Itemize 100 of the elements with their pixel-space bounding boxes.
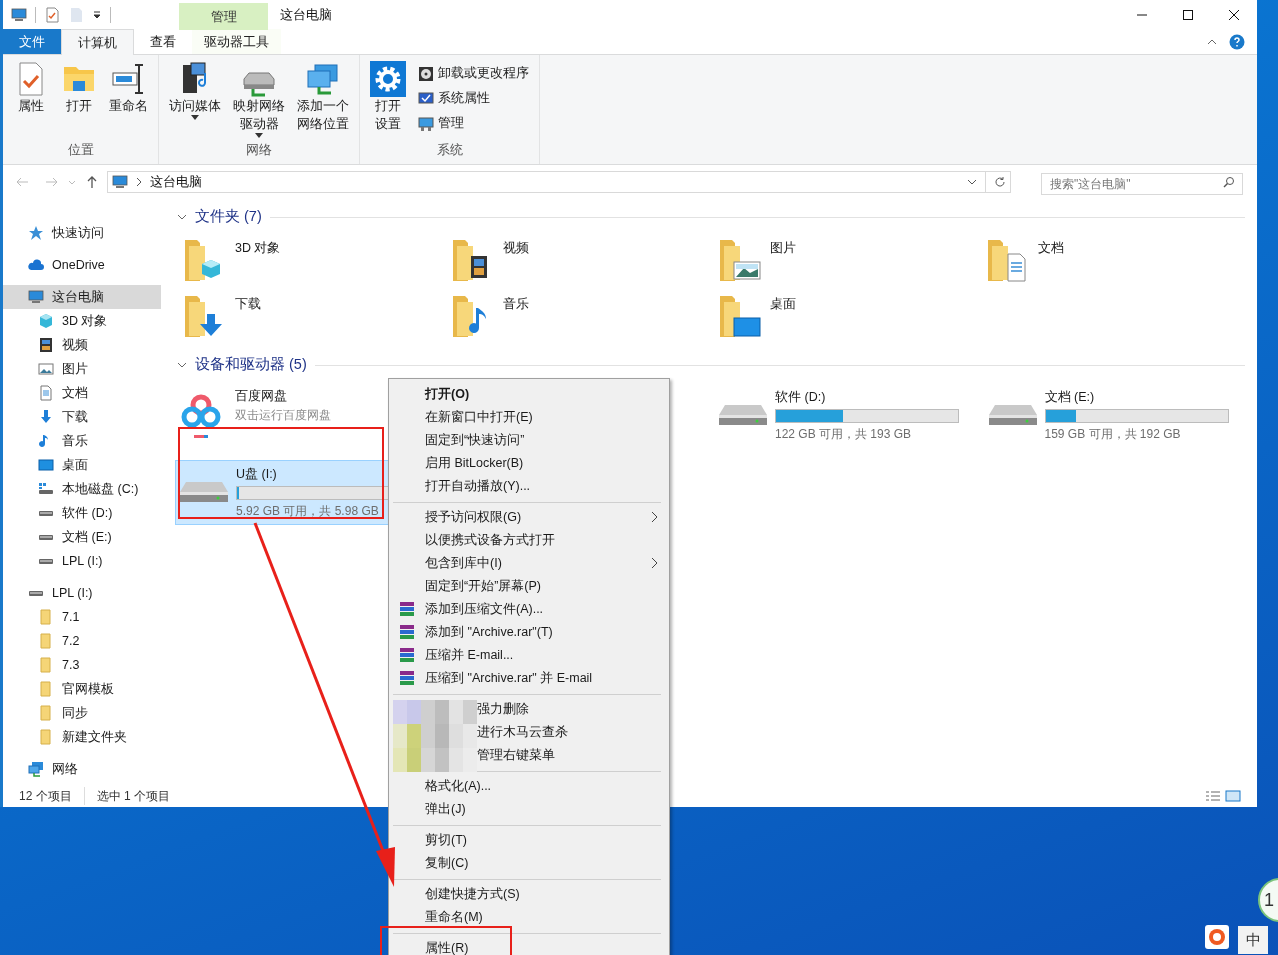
nav-item[interactable]: 本地磁盘 (C:): [3, 477, 161, 501]
maximize-icon: [1183, 10, 1193, 20]
menu-item[interactable]: 包含到库中(I): [405, 552, 669, 575]
ribbon-button[interactable]: 映射网络 驱动器: [229, 61, 289, 138]
up-arrow-icon[interactable]: [85, 175, 99, 189]
film-icon: [38, 337, 54, 353]
menu-item[interactable]: 格式化(A)...: [405, 775, 669, 798]
cube-icon: [38, 313, 54, 329]
nav-item[interactable]: 7.1: [3, 605, 161, 629]
input-method-icon[interactable]: [1205, 925, 1229, 949]
address-dropdown-icon[interactable]: [967, 177, 977, 187]
nav-item[interactable]: 文档 (E:): [3, 525, 161, 549]
ribbon-small-button[interactable]: 卸载或更改程序: [414, 61, 533, 86]
properties-icon[interactable]: [44, 7, 60, 23]
nav-item[interactable]: 下载: [3, 405, 161, 429]
ribbon-button[interactable]: 添加一个 网络位置: [293, 61, 353, 133]
nav-item[interactable]: 3D 对象: [3, 309, 161, 333]
menu-item[interactable]: 压缩到 "Archive.rar" 并 E-mail: [395, 667, 669, 690]
drive-name: 文档 (E:): [1044, 389, 1096, 406]
monitor-icon: [112, 174, 128, 190]
dropdown-arrow-icon[interactable]: [92, 10, 102, 20]
context-tab-header: 管理: [179, 3, 268, 30]
folder-tile[interactable]: 文档: [985, 235, 1253, 287]
folder-tile[interactable]: 视频: [450, 235, 718, 287]
nav-item[interactable]: 新建文件夹: [3, 725, 161, 749]
folder-tile[interactable]: 下载: [183, 291, 451, 343]
address-bar[interactable]: 这台电脑: [107, 171, 1011, 193]
collapse-ribbon-icon[interactable]: [1207, 37, 1217, 47]
status-text: 选中 1 个项目: [83, 787, 171, 805]
ribbon-group-label: 位置: [67, 142, 94, 160]
nav-item[interactable]: 快速访问: [3, 221, 161, 245]
collapse-chevron-icon[interactable]: [177, 360, 187, 370]
ribbon-button[interactable]: 访问媒体: [165, 61, 225, 120]
menu-item[interactable]: 剪切(T): [405, 829, 669, 852]
drive-tile[interactable]: 文档 (E:) 159 GB 可用，共 192 GB: [983, 383, 1234, 448]
folder-tile[interactable]: 音乐: [450, 291, 718, 343]
document-icon: [38, 385, 54, 401]
menu-item[interactable]: 压缩并 E-mail...: [395, 644, 669, 667]
collapse-chevron-icon[interactable]: [177, 212, 187, 222]
nav-item[interactable]: LPL (I:): [3, 581, 161, 605]
back-arrow-icon[interactable]: [15, 175, 29, 189]
section-title: 文件夹 (7): [195, 207, 262, 227]
down-arrow-icon: [38, 409, 54, 425]
folder-tile[interactable]: 桌面: [718, 291, 986, 343]
tiles-view-icon[interactable]: [1225, 790, 1241, 802]
ime-mode[interactable]: 中: [1238, 926, 1268, 954]
ribbon-small-button[interactable]: 管理: [414, 111, 533, 136]
breadcrumb-item[interactable]: 这台电脑: [150, 172, 202, 192]
nav-item[interactable]: 官网模板: [3, 677, 161, 701]
ribbon-button[interactable]: 打开: [57, 61, 101, 115]
ribbon-button[interactable]: 重命名: [105, 61, 152, 115]
refresh-icon[interactable]: [994, 176, 1006, 188]
nav-item[interactable]: 桌面: [3, 453, 161, 477]
help-icon[interactable]: [1229, 34, 1245, 50]
nav-item[interactable]: 软件 (D:): [3, 501, 161, 525]
settings-icon: [370, 61, 406, 97]
nav-item[interactable]: 7.3: [3, 653, 161, 677]
menu-item[interactable]: 进行木马云查杀: [477, 721, 669, 744]
menu-item[interactable]: 添加到压缩文件(A)...: [395, 598, 669, 621]
ribbon-group-label: 网络: [246, 142, 272, 160]
menu-item[interactable]: 复制(C): [405, 852, 669, 875]
menu-item[interactable]: 添加到 "Archive.rar"(T): [395, 621, 669, 644]
menu-item[interactable]: 以便携式设备方式打开: [405, 529, 669, 552]
menu-item[interactable]: 固定到“开始”屏幕(P): [405, 575, 669, 598]
nav-item[interactable]: 视频: [3, 333, 161, 357]
nav-item[interactable]: 7.2: [3, 629, 161, 653]
nav-item[interactable]: OneDrive: [3, 253, 161, 277]
nav-item[interactable]: 这台电脑: [3, 285, 161, 309]
nav-item[interactable]: 文档: [3, 381, 161, 405]
menu-item[interactable]: 创建快捷方式(S): [405, 883, 669, 906]
search-field[interactable]: 搜索"这台电脑": [1041, 173, 1243, 195]
ribbon-tab[interactable]: 驱动器工具: [192, 29, 281, 54]
details-view-icon[interactable]: [1205, 790, 1221, 802]
search-icon: [1223, 176, 1235, 188]
drive-name: U盘 (I:): [236, 465, 278, 483]
menu-item[interactable]: 属性(R): [405, 937, 669, 955]
menu-item[interactable]: 管理右键菜单: [477, 744, 669, 767]
nav-item[interactable]: 图片: [3, 357, 161, 381]
menu-item[interactable]: 强力删除: [477, 698, 669, 721]
nav-item[interactable]: 音乐: [3, 429, 161, 453]
ribbon-tab[interactable]: 查看: [134, 29, 192, 54]
nav-item[interactable]: 网络: [3, 757, 161, 781]
menu-item[interactable]: 重命名(M): [405, 906, 669, 929]
menu-item[interactable]: 弹出(J): [405, 798, 669, 821]
ribbon-tab[interactable]: 计算机: [61, 29, 134, 55]
archive-books-icon: [399, 624, 415, 640]
folder-tile[interactable]: 3D 对象: [183, 235, 451, 287]
drive-tile[interactable]: 软件 (D:) 122 GB 可用，共 193 GB: [714, 383, 964, 448]
ribbon-small-button[interactable]: 系统属性: [414, 86, 533, 111]
ribbon-button[interactable]: 打开 设置: [366, 61, 410, 133]
nav-item[interactable]: LPL (I:): [3, 549, 161, 573]
network-location-icon: [305, 61, 341, 97]
desktop-icon: [38, 457, 54, 473]
folder-tile[interactable]: 图片: [718, 235, 986, 287]
forward-arrow-icon[interactable]: [45, 175, 59, 189]
ribbon-tab[interactable]: 文件: [3, 29, 61, 54]
archive-books-icon: [399, 647, 415, 663]
ribbon-button[interactable]: 属性: [9, 61, 53, 115]
nav-item[interactable]: 同步: [3, 701, 161, 725]
monitor-icon: [28, 289, 44, 305]
